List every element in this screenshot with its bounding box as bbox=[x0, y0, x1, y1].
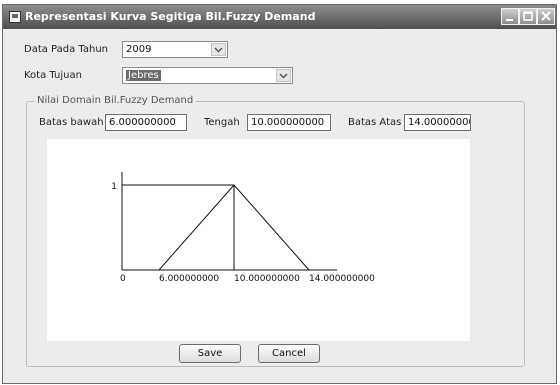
chevron-down-icon[interactable] bbox=[211, 43, 226, 56]
x-tick-label: 10.000000000 bbox=[234, 274, 300, 284]
batas-bawah-label: Batas bawah bbox=[39, 117, 104, 128]
tahun-value: 2009 bbox=[126, 44, 152, 55]
tengah-input[interactable]: 10.000000000 bbox=[247, 114, 331, 131]
fuzzy-chart-panel: 1 0 6.000000000 10.000000000 14.000000000 bbox=[47, 139, 470, 341]
domain-group-legend: Nilai Domain Bil.Fuzzy Demand bbox=[34, 95, 197, 106]
chevron-down-icon[interactable] bbox=[276, 69, 291, 82]
close-icon bbox=[541, 11, 551, 21]
save-button[interactable]: Save bbox=[179, 344, 241, 363]
maximize-button[interactable] bbox=[519, 8, 537, 25]
tengah-label: Tengah bbox=[204, 117, 240, 128]
x-tick-label: 0 bbox=[120, 274, 126, 284]
batas-atas-input[interactable]: 14.000000000 bbox=[404, 114, 471, 131]
fuzzy-chart: 1 0 6.000000000 10.000000000 14.000000000 bbox=[111, 172, 375, 284]
x-tick-label: 6.000000000 bbox=[159, 274, 219, 284]
batas-bawah-input[interactable]: 6.000000000 bbox=[105, 114, 187, 131]
y-tick-label: 1 bbox=[111, 182, 117, 192]
close-button[interactable] bbox=[537, 8, 555, 25]
cancel-button[interactable]: Cancel bbox=[258, 344, 320, 363]
x-tick-label: 14.000000000 bbox=[309, 274, 375, 284]
tahun-select[interactable]: 2009 bbox=[122, 41, 228, 58]
kota-value: Jebres bbox=[126, 70, 161, 81]
tahun-label: Data Pada Tahun bbox=[24, 44, 109, 55]
maximize-icon bbox=[523, 11, 533, 21]
title-bar[interactable]: Representasi Kurva Segitiga Bil.Fuzzy De… bbox=[3, 5, 556, 29]
kota-select[interactable]: Jebres bbox=[122, 67, 293, 84]
minimize-icon bbox=[506, 19, 513, 21]
window-title: Representasi Kurva Segitiga Bil.Fuzzy De… bbox=[25, 10, 316, 23]
kota-label: Kota Tujuan bbox=[24, 70, 82, 81]
minimize-button[interactable] bbox=[501, 8, 519, 25]
app-icon bbox=[9, 11, 21, 23]
batas-atas-label: Batas Atas bbox=[348, 117, 402, 128]
